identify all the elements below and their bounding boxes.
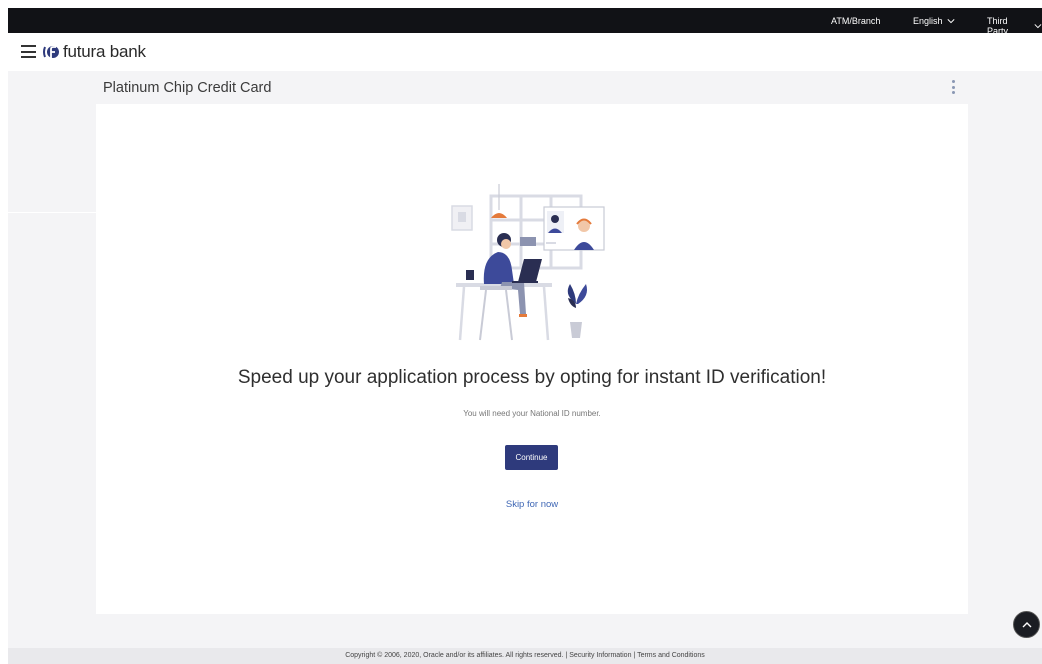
kebab-icon[interactable]: [950, 79, 956, 95]
chevron-down-icon: [1034, 24, 1042, 29]
hamburger-icon-line: [21, 56, 36, 58]
language-dropdown[interactable]: English: [913, 16, 955, 26]
verification-headline: Speed up your application process by opt…: [237, 367, 827, 388]
hamburger-icon-line: [21, 50, 36, 53]
atm-branch-label: ATM/Branch: [831, 16, 881, 26]
chevron-up-icon: [1022, 621, 1031, 627]
page-footer: Copyright © 2006, 2020, Oracle and/or it…: [8, 648, 1042, 664]
video-kyc-illustration-icon: [451, 184, 605, 341]
skip-for-now-link[interactable]: Skip for now: [96, 499, 968, 510]
copyright-text: Copyright © 2006, 2020, Oracle and/or it…: [345, 652, 564, 659]
chevron-down-icon: [946, 19, 955, 24]
top-utility-bar: ATM/Branch English Third Party: [8, 8, 1042, 36]
scroll-to-top-button[interactable]: [1013, 611, 1040, 638]
app-header: futura bank: [8, 33, 1042, 71]
footer-separator: |: [565, 652, 568, 659]
security-information-link[interactable]: Security Information: [569, 652, 631, 659]
content-card: Speed up your application process by opt…: [96, 104, 968, 614]
atm-branch-link[interactable]: ATM/Branch: [831, 16, 880, 26]
skip-for-now-label: Skip for now: [505, 499, 559, 510]
page-title: Platinum Chip Credit Card: [103, 80, 272, 96]
brand-name: futura bank: [63, 42, 146, 61]
terms-and-conditions-link[interactable]: Terms and Conditions: [637, 652, 705, 659]
brand-logo[interactable]: futura bank: [42, 42, 146, 62]
continue-button[interactable]: Continue: [505, 445, 558, 470]
footer-separator: |: [633, 652, 636, 659]
language-label: English: [913, 16, 943, 26]
app-frame: ATM/Branch English Third Party futura ba…: [8, 8, 1042, 664]
hamburger-menu-button[interactable]: [21, 45, 36, 58]
hamburger-icon: [21, 45, 36, 47]
verification-subtext: You will need your National ID number.: [463, 409, 601, 418]
futura-logo-icon: [43, 46, 59, 58]
left-rail: [8, 71, 96, 213]
